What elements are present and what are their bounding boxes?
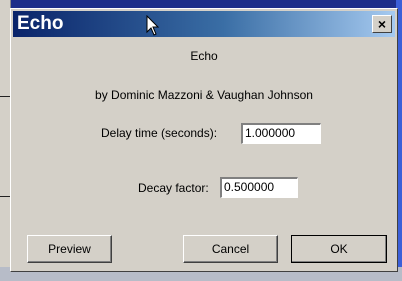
close-icon: ×: [377, 16, 387, 32]
mouse-cursor-icon: [146, 15, 160, 36]
delay-time-label: Delay time (seconds):: [101, 126, 218, 140]
delay-time-input[interactable]: 1.000000: [241, 123, 321, 144]
authors-text: by Dominic Mazzoni & Vaughan Johnson: [95, 88, 313, 102]
cancel-button[interactable]: Cancel: [183, 235, 278, 263]
window-title: Echo: [17, 13, 64, 34]
decay-factor-input[interactable]: 0.500000: [220, 177, 298, 198]
background-tick: [0, 96, 10, 97]
close-button[interactable]: ×: [372, 15, 392, 33]
preview-button[interactable]: Preview: [27, 235, 112, 263]
effect-heading: Echo: [190, 49, 218, 63]
echo-dialog: Echo × Echo by Dominic Mazzoni & Vaughan…: [10, 8, 398, 272]
ok-button[interactable]: OK: [291, 235, 387, 263]
background-tick: [0, 196, 10, 197]
title-bar[interactable]: Echo ×: [13, 11, 395, 37]
decay-factor-label: Decay factor:: [138, 181, 209, 195]
